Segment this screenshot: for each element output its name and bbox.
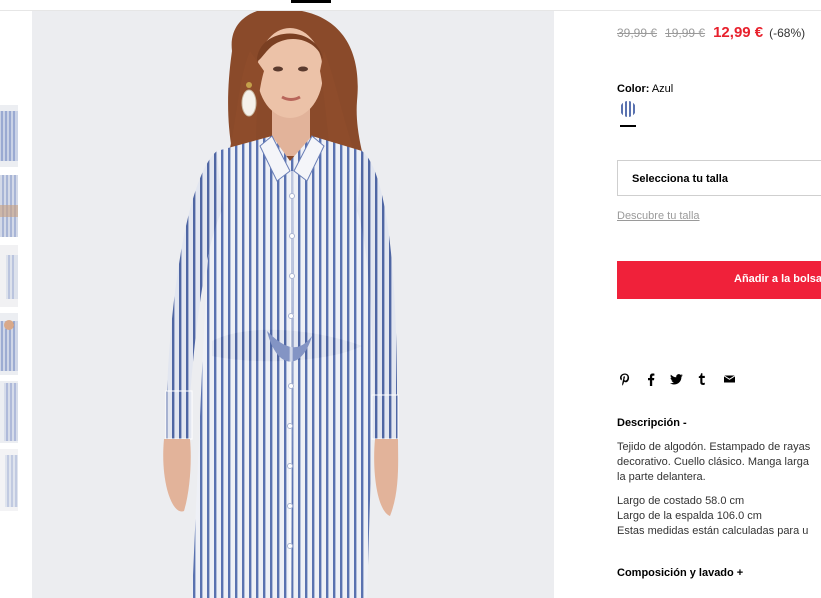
thumbnail-2[interactable] (0, 175, 18, 237)
thumbnail-6[interactable] (0, 449, 18, 511)
thumbnail-4[interactable] (0, 313, 18, 375)
measurement-line: Largo de costado 58.0 cm (617, 495, 745, 507)
twitter-icon[interactable] (668, 371, 684, 387)
thumbnail-3[interactable] (0, 245, 18, 307)
pinterest-icon[interactable] (617, 371, 633, 387)
original-price-2: 19,99 € (665, 26, 706, 40)
thumbnail-5[interactable] (0, 381, 18, 443)
selected-swatch-indicator (620, 125, 636, 127)
add-to-bag-button[interactable]: Añadir a la bolsa (617, 261, 821, 299)
measurement-note: Estas medidas están calculadas para u (617, 525, 809, 537)
size-guide-link[interactable]: Descubre tu talla (617, 210, 700, 222)
description-toggle[interactable]: Descripción - (617, 417, 687, 429)
active-nav-indicator (291, 0, 331, 3)
discount-badge: (-68%) (769, 26, 806, 40)
size-select[interactable]: Selecciona tu talla (617, 160, 821, 196)
color-label: Color: (617, 83, 650, 95)
facebook-icon[interactable] (643, 371, 659, 387)
measurement-line: Largo de la espalda 106.0 cm (617, 510, 762, 522)
color-swatch-azul[interactable] (620, 101, 636, 117)
description-line: Tejido de algodón. Estampado de rayas (617, 441, 811, 453)
thumbnail-1[interactable] (0, 105, 18, 167)
product-main-image[interactable] (32, 11, 554, 598)
tumblr-icon[interactable] (694, 371, 710, 387)
price-row: 39,99 € 19,99 € 12,99 € (-68%) (617, 24, 805, 41)
description-line: la parte delantera. (617, 471, 706, 483)
mail-icon[interactable] (721, 371, 737, 387)
current-price: 12,99 € (713, 24, 764, 41)
color-label-row: Color: Azul (617, 83, 673, 95)
color-value: Azul (651, 83, 674, 95)
original-price-1: 39,99 € (617, 26, 658, 40)
description-line: decorativo. Cuello clásico. Manga larga (617, 456, 809, 468)
product-panel: 39,99 €19,99 €12,99 € (-68%) Color: Azul … (617, 0, 821, 598)
composition-toggle[interactable]: Composición y lavado + (617, 567, 743, 579)
